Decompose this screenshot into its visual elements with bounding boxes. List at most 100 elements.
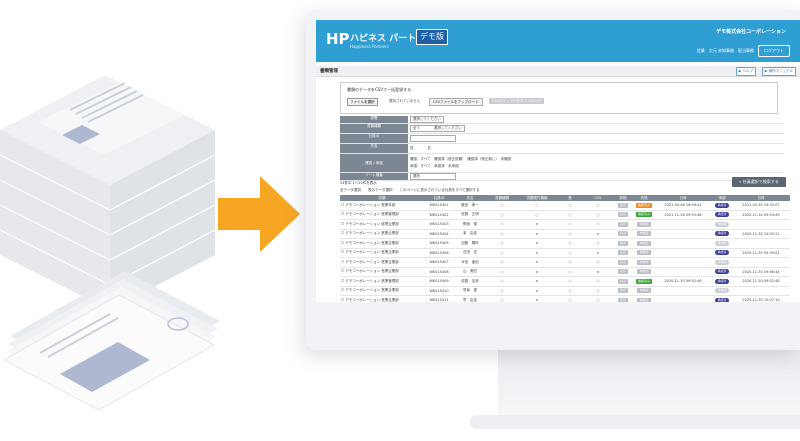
detail-button[interactable]: 表示 bbox=[617, 250, 628, 256]
doc-type-select[interactable]: 全て 選択してください bbox=[410, 125, 465, 132]
form-label: 確認 / 承認 bbox=[340, 154, 408, 172]
confirm-date-cell bbox=[654, 295, 712, 302]
approve-status-badge[interactable]: 未承認 bbox=[715, 240, 729, 246]
search-button-label: 社員選択で検索する bbox=[742, 179, 779, 184]
search-button[interactable]: ⌕ 社員選択で検索する bbox=[732, 177, 786, 187]
approve-status-badge[interactable]: 承認済 bbox=[715, 231, 729, 237]
detail-button[interactable]: 表示 bbox=[617, 278, 628, 284]
form-row: 部署 選択してください bbox=[340, 116, 784, 124]
detail-button[interactable]: 表示 bbox=[617, 288, 628, 294]
form-row: 社員ID bbox=[340, 134, 784, 144]
detail-button[interactable]: 表示 bbox=[617, 259, 628, 265]
table-row[interactable]: ☐ デモコーポレーション 営業管理部 WKS15402 佐藤 正明 ○ ○ ○ ○ 表示 確認済… bbox=[340, 210, 790, 220]
employee-id-cell: WKS15408 bbox=[424, 267, 454, 277]
approve-status-badge[interactable]: 未承認 bbox=[715, 259, 729, 265]
detail-button[interactable]: 表示 bbox=[617, 202, 628, 208]
status-cell: ○ bbox=[584, 210, 612, 220]
status-cell: ○ bbox=[486, 219, 518, 230]
detail-button[interactable]: 表示 bbox=[617, 231, 628, 237]
status-cell: ○ bbox=[556, 201, 584, 211]
status-cell: ○ bbox=[486, 210, 518, 220]
table-row[interactable]: ☐ デモコーポレーション 営業企業部 WKS15406 石田 杏 ○ × ○ × 表示 未確認承… bbox=[340, 248, 790, 258]
page-title-bar: 書類管理 ▶ ヘルプ ▶ 操作マニュアル bbox=[316, 66, 800, 77]
help-button[interactable]: ▶ ヘルプ bbox=[735, 67, 756, 76]
status-cell: ○ bbox=[486, 201, 518, 211]
approve-status-badge[interactable]: 承認済 bbox=[715, 250, 729, 256]
status-cell: × bbox=[518, 229, 556, 239]
table-row[interactable]: ☐ デモコーポレーション 経理企業部 WKS15403 野坂 優 ○ × ○ ○ 表示 未確認未… bbox=[340, 219, 790, 230]
logout-button[interactable]: ログアウト bbox=[758, 45, 790, 57]
doc-name-cell: ☐ デモコーポレーション 営業企業部 bbox=[340, 257, 424, 268]
select-options[interactable]: 全データ選択 表示データ選択 このページに表示されている社員をすべて選択する bbox=[340, 188, 479, 193]
document-table: 書類 社員ID 氏名 書類種類 書類受付情報 受 CSV 詳細 状態 日時 承認… bbox=[340, 195, 790, 302]
table-row[interactable]: ☐ デモコーポレーション 営業企業部 WKS15407 木島 亜紀 ○ × ○ ○ 表示 未確認… bbox=[340, 257, 790, 268]
table-row[interactable]: ☐ デモコーポレーション 営業管理部 WKS15409 佐藤 友彦 ○ × ○ ○ 表示 確認済… bbox=[340, 276, 790, 287]
name-inputs[interactable]: 姓 名 bbox=[408, 144, 784, 153]
approve-date-cell bbox=[732, 238, 790, 249]
approve-status-badge[interactable]: 承認済 bbox=[715, 202, 729, 208]
manual-button[interactable]: ▶ 操作マニュアル bbox=[761, 67, 796, 76]
confirm-date-cell bbox=[654, 219, 712, 230]
approve-status-badge[interactable]: 承認済 bbox=[715, 278, 729, 284]
confirm-date-cell: 2021-04-08 16:09:41 bbox=[654, 201, 712, 211]
doc-name-cell: ☐ デモコーポレーション 営業企業部 bbox=[340, 295, 424, 302]
approve-status-badge[interactable]: 未承認 bbox=[715, 288, 729, 294]
table-row[interactable]: ☐ デモコーポレーション 営業企業部 WKS15410 早坂 優 ○ × ○ ○ 表示 未確認未… bbox=[340, 286, 790, 296]
confirm-status-badge: 未確認 bbox=[637, 269, 651, 275]
detail-button[interactable]: 表示 bbox=[617, 240, 628, 246]
table-row[interactable]: ☐ デモコーポレーション 営業企業部 WKS15405 加藤 陽好 ○ × ○ ○ 表示 未確認… bbox=[340, 238, 790, 249]
approve-status-badge[interactable]: 承認済 bbox=[715, 269, 729, 275]
employee-id-input[interactable] bbox=[410, 135, 456, 142]
confirm-radio-group[interactable]: 確認：すべて 確認済（修正依頼） 確認済（修正無し） 未確認 bbox=[410, 157, 511, 162]
status-cell: ○ bbox=[556, 286, 584, 296]
employee-id-cell: WKS15404 bbox=[424, 229, 454, 239]
detail-button[interactable]: 表示 bbox=[617, 297, 628, 302]
employee-id-cell: WKS15403 bbox=[424, 219, 454, 230]
approve-radio-group[interactable]: 承認：すべて 承認済 未承認 bbox=[410, 164, 459, 169]
file-none-text: 選択されていません bbox=[389, 99, 421, 103]
department-select[interactable]: 選択してください bbox=[410, 116, 444, 123]
employee-id-cell: WKS15401 bbox=[424, 201, 454, 211]
detail-button[interactable]: 表示 bbox=[617, 221, 628, 227]
detail-button[interactable]: 表示 bbox=[617, 269, 628, 275]
form-label: 書類種類 bbox=[340, 124, 408, 133]
doc-name-cell: ☐ デモコーポレーション 営業企業部 bbox=[340, 248, 424, 258]
paper-fan-icon bbox=[2, 271, 220, 411]
approve-date-cell: 2020-11-30 09:56:44 bbox=[732, 267, 790, 277]
user-info: 営業 太元 未知事務 配当事務 bbox=[696, 48, 754, 53]
csv-upload-button[interactable]: CSVファイルをアップロード bbox=[429, 98, 483, 106]
monitor: HP ハピネス パートナーズ Happiness Partners デモ版 デモ… bbox=[306, 10, 800, 350]
status-cell: ○ bbox=[486, 286, 518, 296]
table-row[interactable]: ☐ デモコーポレーション 営業企業部 WKS15411 早 由佳 ○ × ○ ○ 表示 未確認承… bbox=[340, 295, 790, 302]
form-row: 氏名 姓 名 bbox=[340, 144, 784, 154]
approve-date-cell: 2020-11-30 10:07:10 bbox=[732, 295, 790, 302]
csv-template-button[interactable]: CSVのサンプルをダウンロード bbox=[489, 98, 544, 104]
approve-status-badge[interactable]: 承認済 bbox=[715, 297, 729, 302]
approve-date-cell: 2020-11-30 09:53:49 bbox=[732, 210, 790, 220]
sort-select[interactable]: 選択 bbox=[410, 173, 456, 180]
table-row[interactable]: ☐ デモコーポレーション 営業本部 WKS15401 藤田 孝一 ○ ○ ○ ○ 表示 確認済み… bbox=[340, 201, 790, 211]
form-label: ソート順番 bbox=[340, 173, 408, 180]
doc-name-cell: ☐ デモコーポレーション 営業管理部 bbox=[340, 276, 424, 287]
status-cell: ○ bbox=[556, 210, 584, 220]
detail-button[interactable]: 表示 bbox=[617, 212, 628, 218]
status-cell: ○ bbox=[486, 238, 518, 249]
approve-status-badge[interactable]: 承認済 bbox=[715, 212, 729, 218]
form-label: 氏名 bbox=[340, 144, 408, 153]
table-row[interactable]: ☐ デモコーポレーション 営業企業部 WKS15404 茅 由佳 ○ × ○ × 表示 未確認承… bbox=[340, 229, 790, 239]
table-row[interactable]: ☐ デモコーポレーション 営業企業部 WKS15408 山 美四 ○ × ○ × 表示 未確認承… bbox=[340, 267, 790, 277]
confirm-status-badge: 未確認 bbox=[637, 231, 651, 237]
result-count: 24件中 1〜20件を表示 bbox=[340, 181, 377, 185]
employee-id-cell: WKS15402 bbox=[424, 210, 454, 220]
status-cell: ○ bbox=[584, 257, 612, 268]
confirm-status-badge: 確認済み bbox=[635, 212, 652, 218]
status-cell: ○ bbox=[556, 248, 584, 258]
confirm-date-cell bbox=[654, 257, 712, 268]
approve-status-badge[interactable]: 未承認 bbox=[715, 221, 729, 227]
search-form: 部署 選択してください 書類種類 全て 選択してください 社員ID 氏名 姓 名… bbox=[340, 116, 784, 181]
status-cell: ○ bbox=[556, 238, 584, 249]
form-label: 部署 bbox=[340, 116, 408, 123]
status-cell: × bbox=[584, 267, 612, 277]
employee-name-cell: 山 美四 bbox=[454, 267, 486, 277]
file-select-button[interactable]: ファイルを選択 bbox=[347, 98, 378, 106]
